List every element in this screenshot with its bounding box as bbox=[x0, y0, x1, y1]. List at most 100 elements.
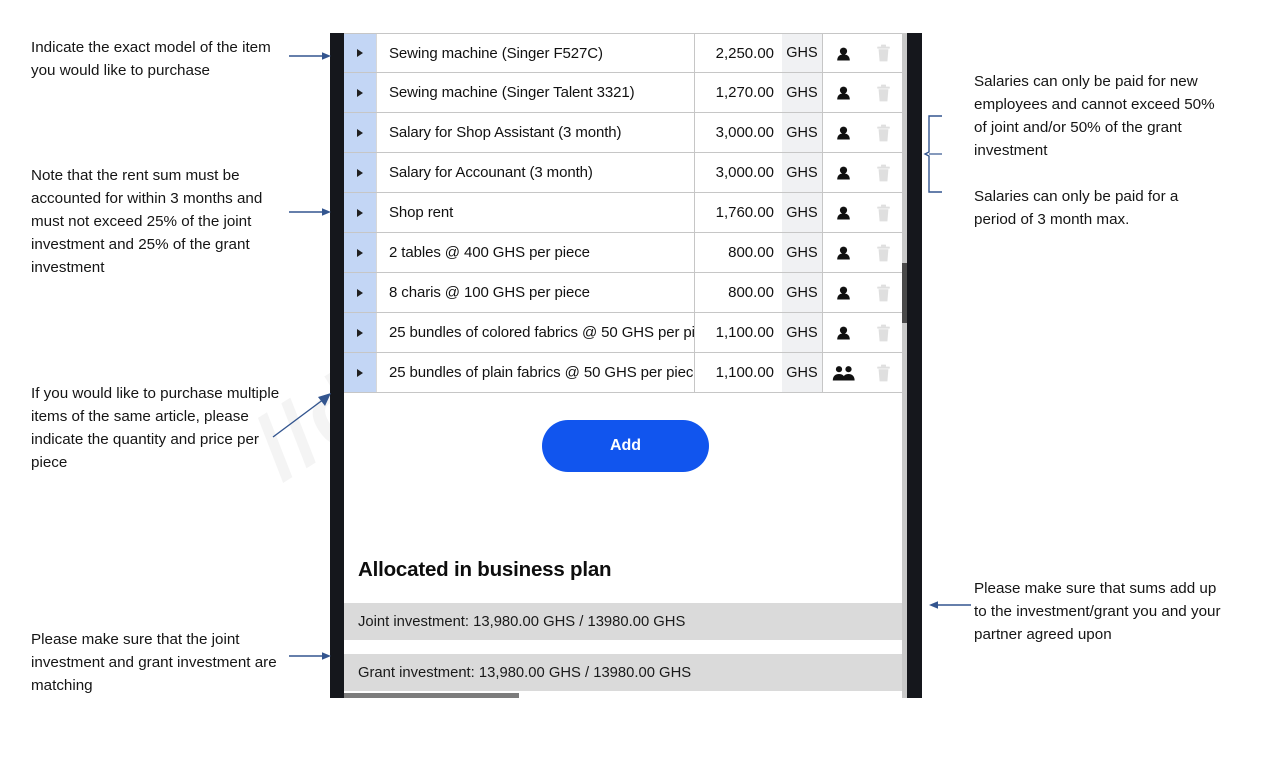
trash-icon[interactable] bbox=[864, 313, 902, 352]
table-row[interactable]: Salary for Accounant (3 month) 3,000.00 GH… bbox=[344, 153, 902, 193]
trash-icon[interactable] bbox=[864, 34, 902, 72]
trash-icon[interactable] bbox=[864, 153, 902, 192]
grant-investment-text: Grant investment: 13,980.00 GHS / 13980.… bbox=[358, 664, 692, 681]
annotation-brace bbox=[923, 115, 954, 193]
item-currency: GHS bbox=[782, 113, 822, 152]
item-name: 2 tables @ 400 GHS per piece bbox=[389, 244, 590, 261]
annotation-text: Please make sure that the joint investme… bbox=[31, 631, 277, 694]
item-name: Sewing machine (Singer Talent 3321) bbox=[389, 84, 635, 101]
row-expand-handle[interactable] bbox=[344, 34, 377, 72]
person-icon[interactable] bbox=[822, 273, 864, 312]
annotation-left-model: Indicate the exact model of the item you… bbox=[31, 36, 289, 82]
item-amount: 2,250.00 bbox=[694, 34, 782, 72]
grant-investment-row: Grant investment: 13,980.00 GHS / 13980.… bbox=[344, 654, 907, 691]
item-name: Shop rent bbox=[389, 204, 454, 221]
item-currency: GHS bbox=[782, 233, 822, 272]
table-row[interactable]: 2 tables @ 400 GHS per piece 800.00 GHS bbox=[344, 233, 902, 273]
trash-icon[interactable] bbox=[864, 233, 902, 272]
row-expand-handle[interactable] bbox=[344, 353, 377, 392]
item-currency: GHS bbox=[782, 353, 822, 392]
item-amount: 1,100.00 bbox=[694, 313, 782, 352]
table-row[interactable]: Salary for Shop Assistant (3 month) 3,000… bbox=[344, 113, 902, 153]
annotation-left-rent: Note that the rent sum must be accounted… bbox=[31, 164, 293, 279]
row-expand-handle[interactable] bbox=[344, 73, 377, 112]
table-row[interactable]: Shop rent 1,760.00 GHS bbox=[344, 193, 902, 233]
chevron-right-icon bbox=[357, 288, 363, 297]
horizontal-scrollbar-thumb[interactable] bbox=[344, 693, 519, 698]
phone-frame: Sewing machine (Singer F527C) 2,250.00 GHS… bbox=[330, 33, 922, 698]
annotation-arrow-right-2 bbox=[289, 206, 331, 218]
chevron-right-icon bbox=[357, 168, 363, 177]
person-icon[interactable] bbox=[822, 113, 864, 152]
joint-investment-text: Joint investment: 13,980.00 GHS / 13980.… bbox=[358, 613, 686, 630]
person-icon[interactable] bbox=[822, 193, 864, 232]
trash-icon[interactable] bbox=[864, 193, 902, 232]
row-expand-handle[interactable] bbox=[344, 113, 377, 152]
item-name: 25 bundles of plain fabrics @ 50 GHS per… bbox=[389, 364, 694, 381]
person-icon[interactable] bbox=[822, 153, 864, 192]
annotation-arrow-diagonal bbox=[272, 392, 332, 438]
table-row[interactable]: 8 charis @ 100 GHS per piece 800.00 GHS bbox=[344, 273, 902, 313]
trash-icon[interactable] bbox=[864, 73, 902, 112]
table-row[interactable]: 25 bundles of plain fabrics @ 50 GHS per… bbox=[344, 353, 902, 393]
item-name: Sewing machine (Singer F527C) bbox=[389, 44, 603, 62]
people-group-icon[interactable] bbox=[822, 353, 864, 392]
item-currency: GHS bbox=[782, 313, 822, 352]
item-name: 8 charis @ 100 GHS per piece bbox=[389, 284, 590, 301]
chevron-right-icon bbox=[357, 49, 363, 57]
person-icon[interactable] bbox=[822, 73, 864, 112]
trash-icon[interactable] bbox=[864, 113, 902, 152]
table-row[interactable]: Sewing machine (Singer Talent 3321) 1,270… bbox=[344, 73, 902, 113]
row-expand-handle[interactable] bbox=[344, 273, 377, 312]
table-row[interactable]: Sewing machine (Singer F527C) 2,250.00 GHS bbox=[344, 33, 902, 73]
trash-icon[interactable] bbox=[864, 353, 902, 392]
item-amount: 1,760.00 bbox=[694, 193, 782, 232]
item-currency: GHS bbox=[782, 73, 822, 112]
vertical-scrollbar-thumb[interactable] bbox=[902, 263, 907, 323]
item-amount: 3,000.00 bbox=[694, 153, 782, 192]
annotation-arrow-left-1 bbox=[929, 599, 971, 611]
chevron-right-icon bbox=[357, 128, 363, 137]
annotation-arrow-right-4 bbox=[289, 650, 331, 662]
row-expand-handle[interactable] bbox=[344, 153, 377, 192]
row-expand-handle[interactable] bbox=[344, 313, 377, 352]
row-expand-handle[interactable] bbox=[344, 193, 377, 232]
joint-investment-row: Joint investment: 13,980.00 GHS / 13980.… bbox=[344, 603, 907, 640]
item-amount: 1,100.00 bbox=[694, 353, 782, 392]
item-amount: 1,270.00 bbox=[694, 73, 782, 112]
item-amount: 800.00 bbox=[694, 233, 782, 272]
item-currency: GHS bbox=[782, 34, 822, 72]
item-name: Salary for Shop Assistant (3 month) bbox=[389, 124, 622, 141]
table-row[interactable]: 25 bundles of colored fabrics @ 50 GHS p… bbox=[344, 313, 902, 353]
person-icon[interactable] bbox=[822, 233, 864, 272]
annotation-text: Salaries can only be paid for new employ… bbox=[974, 73, 1215, 159]
chevron-right-icon bbox=[357, 208, 363, 217]
chevron-right-icon bbox=[357, 88, 363, 97]
item-name: Salary for Accounant (3 month) bbox=[389, 164, 593, 181]
budget-item-table: Sewing machine (Singer F527C) 2,250.00 GHS… bbox=[344, 33, 902, 393]
add-button[interactable]: Add bbox=[542, 420, 709, 472]
item-amount: 3,000.00 bbox=[694, 113, 782, 152]
annotation-right-salaries: Salaries can only be paid for new employ… bbox=[974, 70, 1224, 231]
annotation-text: If you would like to purchase multiple i… bbox=[31, 385, 280, 471]
item-currency: GHS bbox=[782, 153, 822, 192]
allocated-section-title: Allocated in business plan bbox=[358, 558, 612, 581]
annotation-left-quantity: If you would like to purchase multiple i… bbox=[31, 382, 281, 474]
chevron-right-icon bbox=[357, 368, 363, 377]
chevron-right-icon bbox=[357, 328, 363, 337]
annotation-text: Please make sure that sums add up to the… bbox=[974, 580, 1221, 643]
annotation-right-sums: Please make sure that sums add up to the… bbox=[974, 577, 1224, 646]
row-expand-handle[interactable] bbox=[344, 233, 377, 272]
app-screen: Sewing machine (Singer F527C) 2,250.00 GHS… bbox=[344, 33, 907, 698]
chevron-right-icon bbox=[357, 248, 363, 257]
annotation-left-matching: Please make sure that the joint investme… bbox=[31, 628, 286, 697]
item-currency: GHS bbox=[782, 193, 822, 232]
item-currency: GHS bbox=[782, 273, 822, 312]
annotation-text: Salaries can only be paid for a period o… bbox=[974, 188, 1179, 228]
trash-icon[interactable] bbox=[864, 273, 902, 312]
annotation-arrow-right-1 bbox=[289, 50, 331, 62]
person-icon[interactable] bbox=[822, 313, 864, 352]
vertical-scrollbar-track[interactable] bbox=[902, 33, 907, 698]
person-icon[interactable] bbox=[822, 34, 864, 72]
add-button-container: Add bbox=[344, 393, 907, 472]
